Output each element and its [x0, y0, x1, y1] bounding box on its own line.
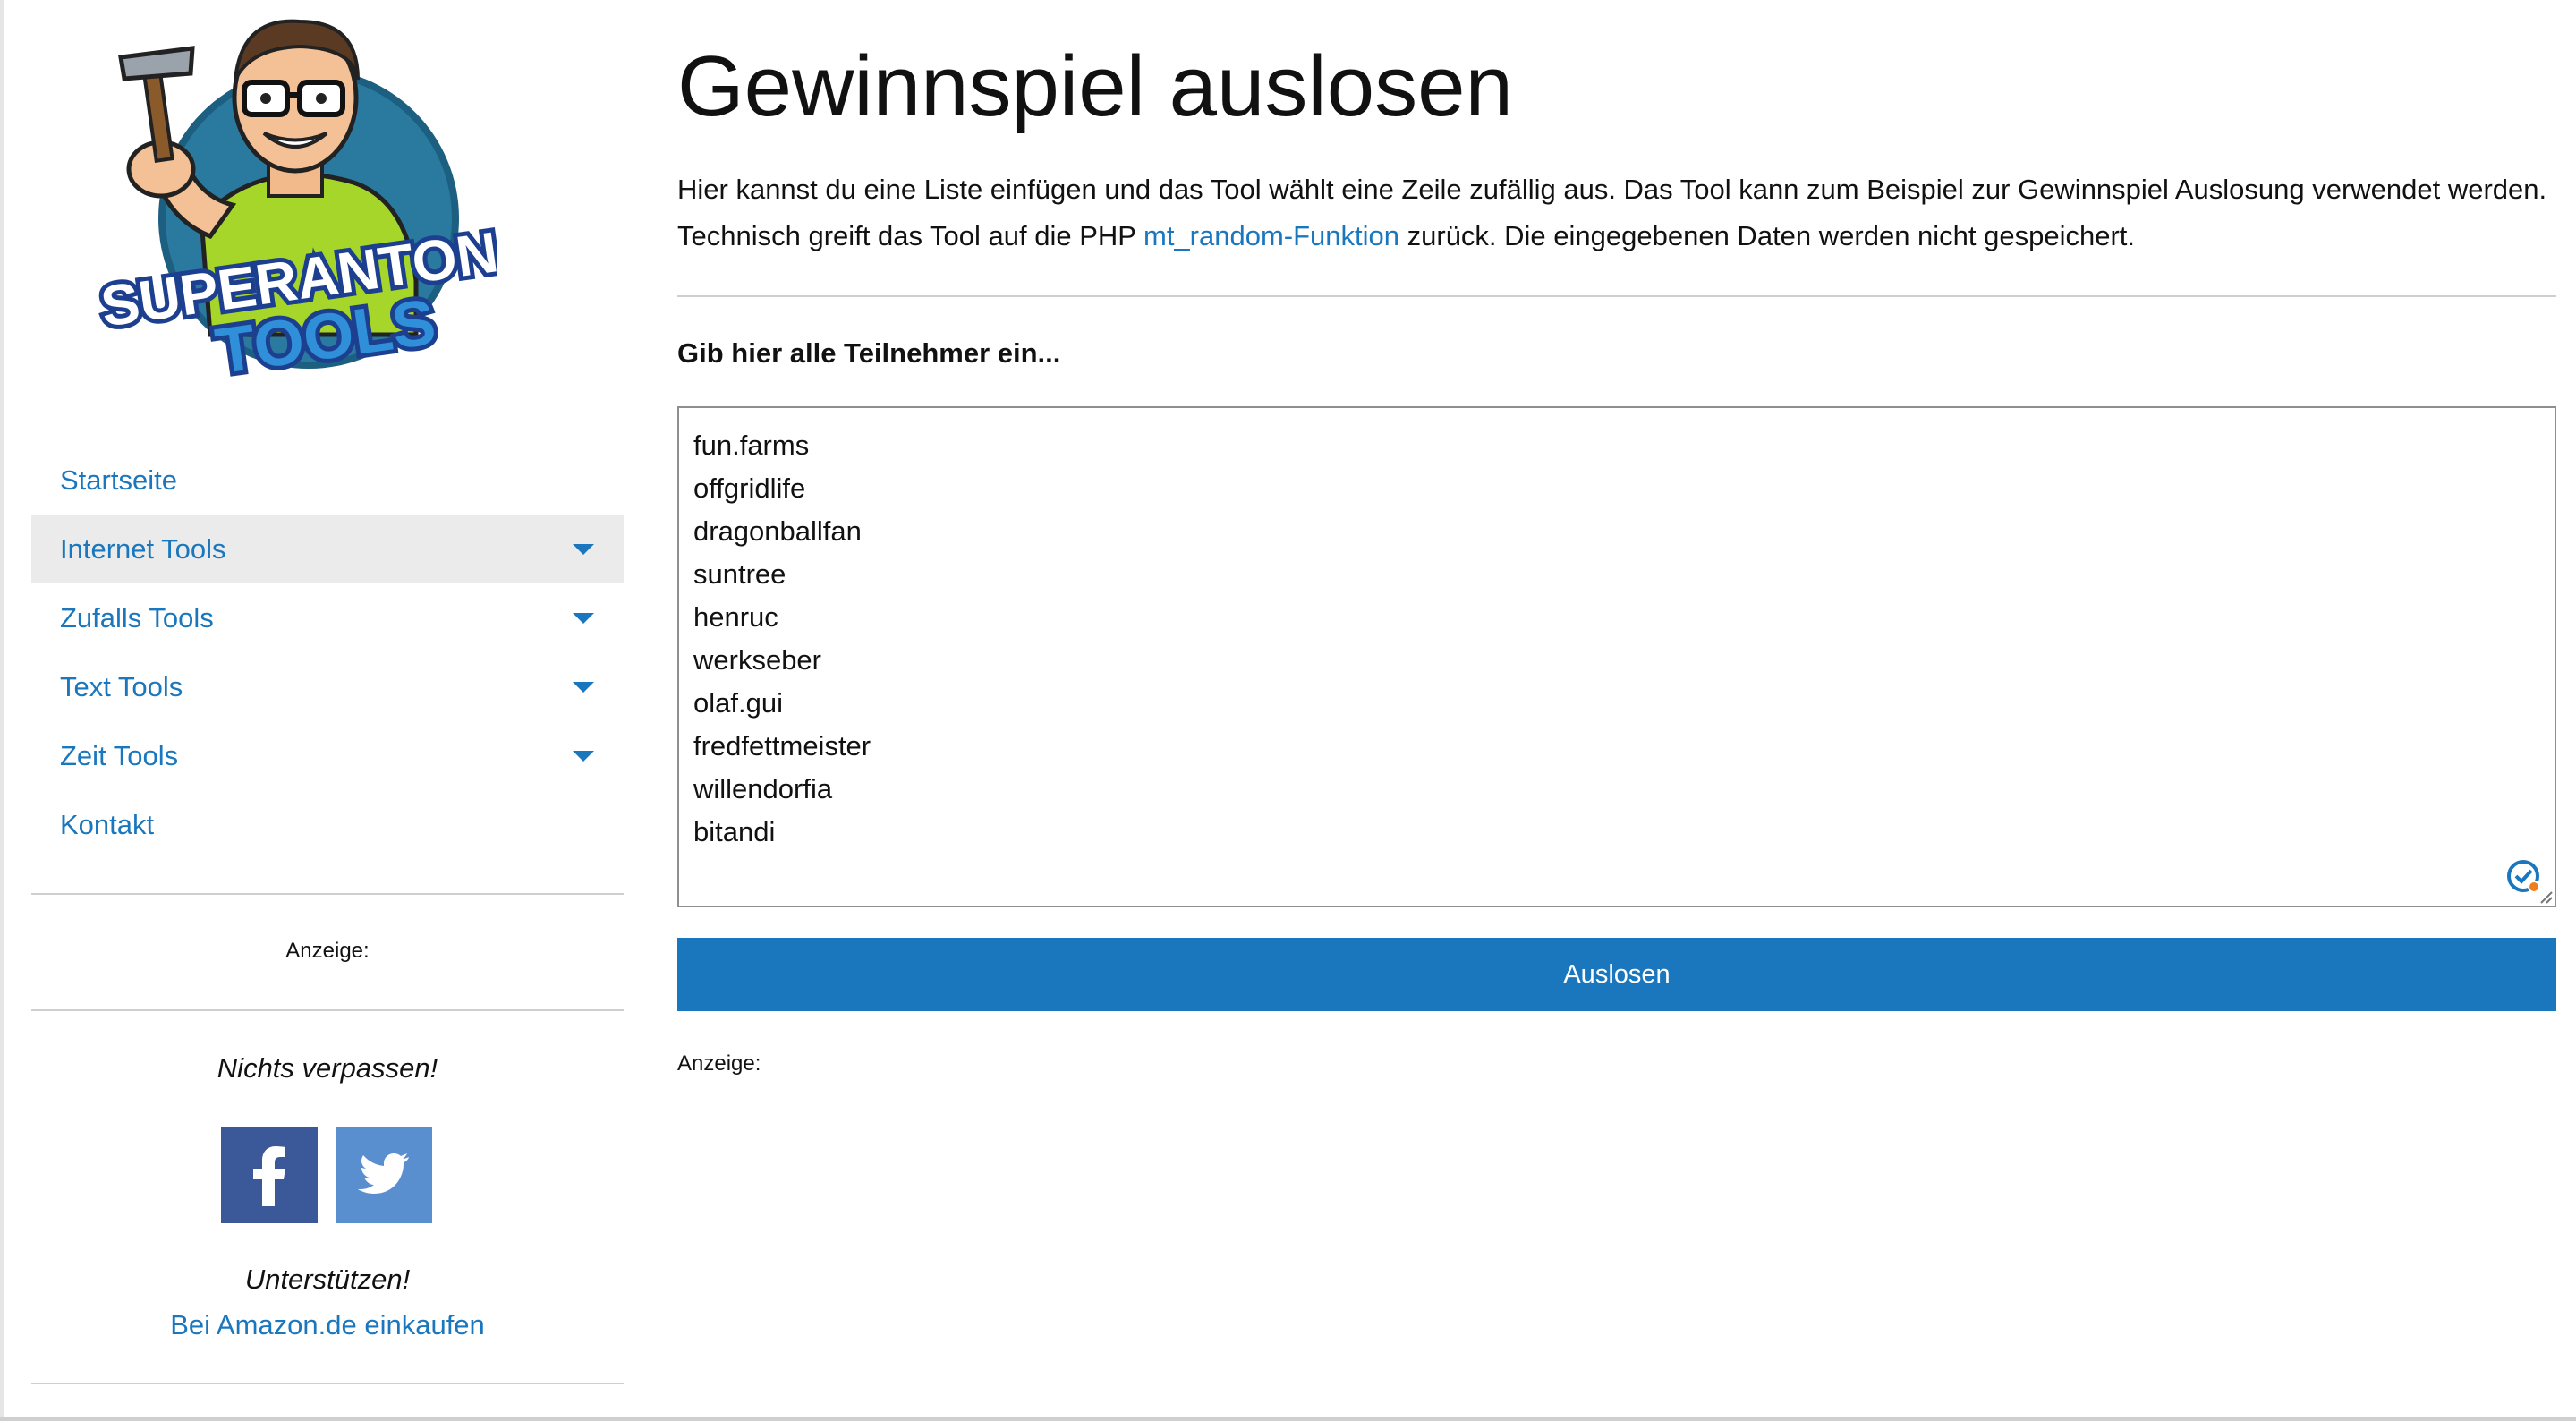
follow-heading: Nichts verpassen!: [217, 1052, 438, 1084]
site-logo[interactable]: SUPERANTON TOOLS: [85, 13, 506, 417]
caret-down-icon[interactable]: [573, 612, 594, 624]
facebook-button[interactable]: [221, 1127, 318, 1223]
participants-list: fun.farms offgridlife dragonballfan sunt…: [693, 424, 871, 854]
nav-item-label: Startseite: [60, 464, 177, 496]
page-edge: [0, 0, 4, 1421]
draw-button[interactable]: Auslosen: [677, 938, 2556, 1011]
participant-line: offgridlife: [693, 472, 806, 504]
participant-line: henruc: [693, 601, 778, 633]
sidebar-ad-label: Anzeige:: [285, 939, 370, 963]
participants-textarea[interactable]: fun.farms offgridlife dragonballfan sunt…: [677, 406, 2556, 907]
caret-down-icon[interactable]: [573, 681, 594, 693]
participant-line: dragonballfan: [693, 515, 862, 547]
page-title: Gewinnspiel auslosen: [677, 38, 1513, 134]
logo-illustration: SUPERANTON TOOLS: [92, 19, 506, 392]
nav-item-zeit-tools[interactable]: Zeit Tools: [31, 721, 624, 790]
main-navigation: Startseite Internet Tools Zufalls Tools …: [31, 446, 624, 859]
nav-item-internet-tools[interactable]: Internet Tools: [31, 515, 624, 583]
sidebar-divider: [31, 1383, 624, 1384]
participant-line: werkseber: [693, 644, 821, 676]
facebook-icon: [253, 1146, 285, 1206]
nav-item-label: Zufalls Tools: [60, 601, 214, 634]
support-heading: Unterstützen!: [244, 1264, 411, 1295]
nav-item-startseite[interactable]: Startseite: [31, 446, 624, 515]
mt-random-link[interactable]: mt_random-Funktion: [1143, 220, 1399, 251]
participant-line: fun.farms: [693, 430, 810, 461]
nav-item-label: Kontakt: [60, 808, 155, 840]
amazon-link[interactable]: Bei Amazon.de einkaufen: [31, 1309, 624, 1341]
participant-line: fredfettmeister: [693, 730, 871, 762]
participant-line: willendorfia: [693, 773, 833, 804]
twitter-button[interactable]: [336, 1127, 432, 1223]
sidebar-divider: [31, 893, 624, 895]
nav-item-label: Zeit Tools: [60, 739, 179, 771]
nav-item-kontakt[interactable]: Kontakt: [31, 790, 624, 859]
nav-item-label: Internet Tools: [60, 532, 226, 565]
content-divider: [677, 295, 2556, 297]
nav-item-label: Text Tools: [60, 670, 183, 702]
participants-label: Gib hier alle Teilnehmer ein...: [677, 337, 1061, 369]
participant-line: olaf.gui: [693, 687, 783, 719]
nav-item-text-tools[interactable]: Text Tools: [31, 652, 624, 721]
resize-handle-icon[interactable]: [2537, 888, 2553, 904]
caret-down-icon[interactable]: [573, 750, 594, 762]
twitter-icon: [358, 1153, 409, 1194]
page-bottom-edge: [0, 1417, 2576, 1421]
participant-line: bitandi: [693, 816, 776, 847]
main-ad-label: Anzeige:: [677, 1051, 761, 1076]
sidebar-divider: [31, 1009, 624, 1011]
intro-text-part2: zurück. Die eingegebenen Daten werden ni…: [1399, 220, 2136, 251]
intro-text: Hier kannst du eine Liste einfügen und d…: [677, 166, 2556, 260]
participant-line: suntree: [693, 558, 786, 590]
caret-down-icon[interactable]: [573, 543, 594, 555]
nav-item-zufalls-tools[interactable]: Zufalls Tools: [31, 583, 624, 652]
